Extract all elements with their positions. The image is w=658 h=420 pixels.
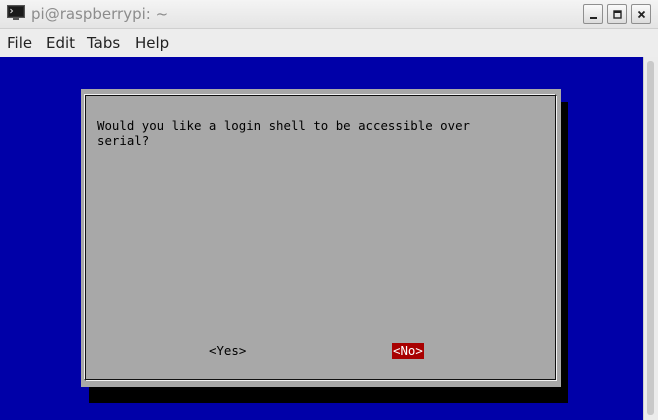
- menu-tabs[interactable]: Tabs: [87, 34, 120, 52]
- close-button[interactable]: [631, 4, 651, 24]
- menu-edit[interactable]: Edit: [46, 34, 75, 52]
- dialog-prompt-line-1: Would you like a login shell to be acces…: [97, 118, 470, 133]
- dialog-frame: [84, 94, 557, 381]
- menu-bar: File Edit Tabs Help: [0, 29, 658, 57]
- no-button[interactable]: <No>: [392, 343, 424, 359]
- dialog-prompt-line-2: serial?: [97, 133, 150, 148]
- yes-button[interactable]: <Yes>: [208, 343, 247, 359]
- maximize-button[interactable]: [607, 4, 627, 24]
- terminal-icon: [7, 5, 25, 20]
- title-bar[interactable]: pi@raspberrypi: ~: [0, 0, 658, 29]
- minimize-icon: [590, 17, 597, 19]
- menu-help[interactable]: Help: [135, 34, 169, 52]
- menu-file[interactable]: File: [7, 34, 32, 52]
- minimize-button[interactable]: [583, 4, 603, 24]
- window-title: pi@raspberrypi: ~: [31, 5, 169, 23]
- close-icon: [637, 10, 646, 19]
- terminal-scrollbar[interactable]: [643, 57, 658, 420]
- login-shell-dialog: Would you like a login shell to be acces…: [81, 89, 561, 387]
- terminal-window: pi@raspberrypi: ~ File Edit Tabs Help Wo…: [0, 0, 658, 420]
- scrollbar-thumb[interactable]: [647, 61, 654, 415]
- maximize-icon: [613, 10, 622, 19]
